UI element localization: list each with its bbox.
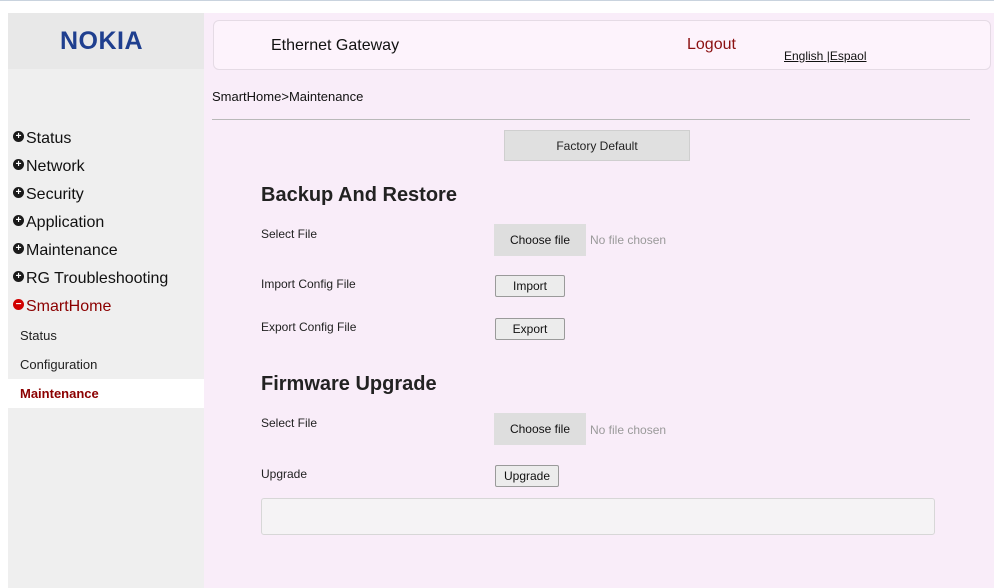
sidebar-item-label: Security <box>26 186 84 203</box>
lang-english-link[interactable]: English <box>784 49 823 63</box>
sidebar-item-application[interactable]: + Application <box>8 209 204 237</box>
backup-select-file-label: Select File <box>261 227 318 241</box>
breadcrumb: SmartHome>Maintenance <box>212 89 364 104</box>
sidebar-subitem-status[interactable]: Status <box>8 321 204 350</box>
plus-icon: + <box>13 242 24 254</box>
import-config-label: Import Config File <box>261 277 356 291</box>
sidebar-item-maintenance[interactable]: + Maintenance <box>8 237 204 265</box>
backup-restore-heading: Backup And Restore <box>261 184 457 206</box>
backup-no-file-text: No file chosen <box>590 233 667 247</box>
sidebar-subitem-configuration[interactable]: Configuration <box>8 350 204 379</box>
firmware-choose-file-button[interactable]: Choose file <box>494 413 586 445</box>
sidebar-item-label: SmartHome <box>26 298 112 315</box>
sidebar-item-label: RG Troubleshooting <box>26 270 169 287</box>
firmware-select-file-label: Select File <box>261 416 318 430</box>
factory-default-button[interactable]: Factory Default <box>504 130 690 161</box>
sidebar-subitem-maintenance[interactable]: Maintenance <box>8 379 204 408</box>
divider <box>212 119 970 120</box>
sidebar-item-rg-troubleshooting[interactable]: + RG Troubleshooting <box>8 265 204 293</box>
import-button[interactable]: Import <box>495 275 565 297</box>
sidebar-item-label: Maintenance <box>26 242 118 259</box>
plus-icon: + <box>13 214 24 226</box>
plus-icon: + <box>13 270 24 282</box>
plus-icon: + <box>13 130 24 142</box>
sidebar-menu: + Status + Network + Security + Applicat… <box>8 125 204 408</box>
sidebar-item-network[interactable]: + Network <box>8 153 204 181</box>
sidebar-item-label: Application <box>26 214 105 231</box>
main-content: Ethernet Gateway Logout English |Espaol … <box>204 13 994 588</box>
upgrade-label: Upgrade <box>261 467 308 481</box>
gateway-title: Ethernet Gateway <box>271 37 400 54</box>
backup-choose-file-button[interactable]: Choose file <box>494 224 586 256</box>
minus-icon: − <box>13 298 24 310</box>
firmware-no-file-text: No file chosen <box>590 423 667 437</box>
export-button[interactable]: Export <box>495 318 565 340</box>
upgrade-button[interactable]: Upgrade <box>495 465 559 487</box>
sidebar-item-security[interactable]: + Security <box>8 181 204 209</box>
export-config-label: Export Config File <box>261 320 357 334</box>
plus-icon: + <box>13 186 24 198</box>
sidebar-item-label: Network <box>26 158 85 175</box>
top-border <box>0 0 994 9</box>
header-bar: Ethernet Gateway Logout English |Espaol <box>213 20 991 70</box>
sidebar: NOKIA + Status + Network + Security + Ap… <box>8 13 204 588</box>
firmware-upgrade-heading: Firmware Upgrade <box>261 373 437 395</box>
lang-spanish-link[interactable]: Espaol <box>830 49 867 63</box>
logo-area: NOKIA <box>8 13 204 69</box>
upgrade-progress-box <box>261 498 935 535</box>
nokia-logo: NOKIA <box>60 27 144 55</box>
sidebar-item-smarthome[interactable]: − SmartHome <box>8 293 204 321</box>
plus-icon: + <box>13 158 24 170</box>
sidebar-item-status[interactable]: + Status <box>8 125 204 153</box>
sidebar-item-label: Status <box>26 130 72 147</box>
language-switcher: English |Espaol <box>784 49 867 63</box>
logout-link[interactable]: Logout <box>687 36 736 54</box>
